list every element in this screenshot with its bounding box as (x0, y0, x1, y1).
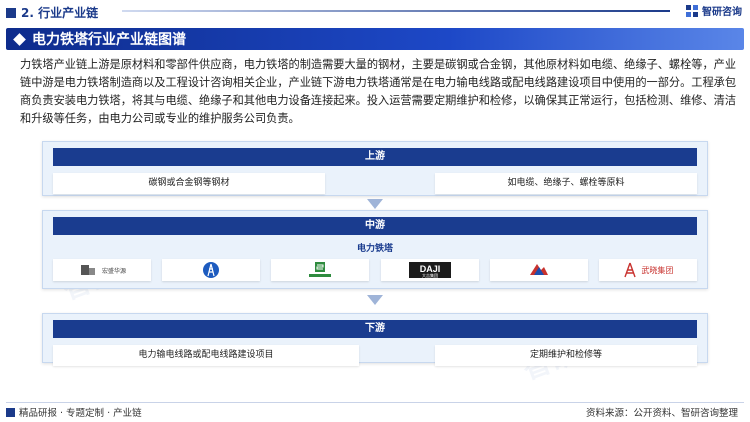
hongsheng-logo-icon (80, 265, 95, 275)
company-logo-green (271, 259, 370, 281)
description-paragraph: 力铁塔产业链上游是原材料和零部件供应商，电力铁塔的制造需要大量的钢材，主要是碳钢… (20, 58, 737, 125)
downstream-title: 下游 (53, 320, 697, 338)
brand: 智研咨询 (685, 3, 742, 18)
footer-left-text: 精品研报 · 专题定制 · 产业链 (19, 408, 142, 419)
company-logo-mountain (489, 259, 588, 281)
midstream-title: 中游 (53, 217, 697, 235)
company-name: 宏盛华源 (101, 267, 126, 275)
top-bar: 2. 行业产业链 智研咨询 (0, 0, 750, 24)
midstream-subtitle: 电力铁塔 (356, 244, 393, 254)
midstream-panel: 中游 电力铁塔 宏盛华源 DAJI 大吉集团 武晓集团 (42, 210, 708, 289)
section-label: 2. 行业产业链 (6, 4, 98, 21)
source-note: 资料来源：公开资料、智研咨询整理 (585, 408, 738, 419)
upstream-panel: 上游 碳钢或合金钢等钢材 如电缆、绝缘子、螺栓等原料 (42, 141, 708, 196)
company-logo-daji: DAJI 大吉集团 (380, 259, 479, 281)
section-label-text: 2. 行业产业链 (21, 6, 99, 20)
title-banner: 电力铁塔行业产业链图谱 (6, 28, 744, 50)
page-title: 电力铁塔行业产业链图谱 (32, 32, 186, 48)
upstream-item: 如电缆、绝缘子、螺栓等原料 (435, 173, 697, 194)
company-logo-wuxiao: 武晓集团 (598, 259, 697, 281)
green-s-logo-icon (309, 262, 332, 277)
tower-logo-icon (203, 262, 220, 278)
company-logo-hongsheng: 宏盛华源 (53, 259, 151, 281)
down-arrow-icon (367, 199, 383, 209)
downstream-item: 电力输电线路或配电线路建设项目 (53, 345, 359, 366)
upstream-item: 碳钢或合金钢等钢材 (53, 173, 325, 194)
footer-rule (6, 402, 744, 403)
brand-logo-icon (686, 4, 698, 17)
footer-left: 精品研报 · 专题定制 · 产业链 (6, 405, 142, 419)
wuxiao-logo-icon (624, 262, 637, 278)
header-rule (122, 10, 670, 12)
footer: 精品研报 · 专题定制 · 产业链 资料来源：公开资料、智研咨询整理 (0, 402, 750, 422)
upstream-title: 上游 (53, 148, 697, 166)
company-logo-tower (162, 259, 261, 281)
svg-text:大吉集团: 大吉集团 (422, 272, 438, 278)
company-name: 武晓集团 (641, 265, 674, 275)
daji-logo-icon: DAJI 大吉集团 (408, 262, 451, 278)
square-icon (6, 407, 15, 417)
downstream-panel: 下游 电力输电线路或配电线路建设项目 定期维护和检修等 (42, 313, 708, 366)
mountain-logo-icon (529, 264, 548, 275)
brand-name: 智研咨询 (702, 7, 742, 18)
downstream-item: 定期维护和检修等 (435, 345, 697, 366)
diamond-icon (13, 32, 26, 46)
square-icon (6, 7, 16, 18)
down-arrow-icon (367, 295, 383, 305)
